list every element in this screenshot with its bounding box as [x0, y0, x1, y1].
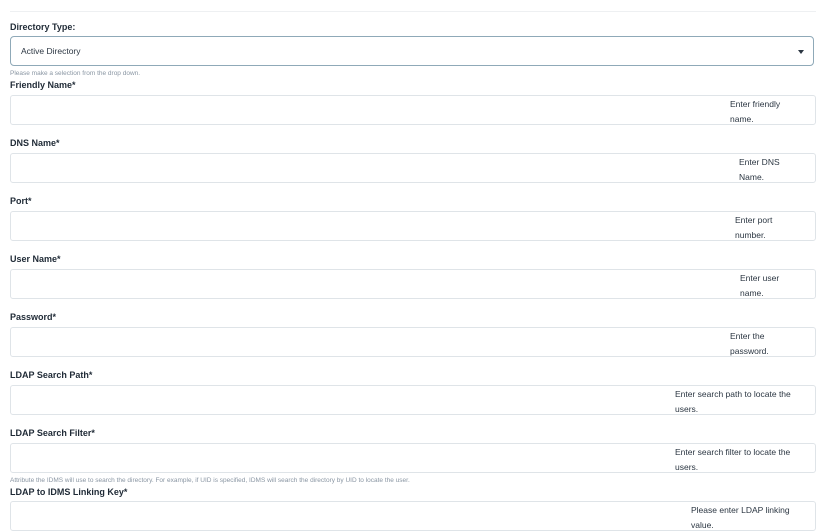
- ldap-search-path-placeholder: Enter search path to locate the users.: [675, 389, 791, 414]
- friendly-name-placeholder: Enter friendly name.: [730, 99, 781, 124]
- dns-name-input[interactable]: Enter DNS Name.: [10, 153, 816, 183]
- ldap-linking-key-placeholder: Please enter LDAP linking value.: [691, 505, 790, 530]
- divider: [10, 11, 816, 12]
- dns-name-placeholder: Enter DNS Name.: [739, 157, 780, 182]
- dns-name-label: DNS Name*: [10, 138, 60, 148]
- directory-type-label: Directory Type:: [10, 22, 76, 32]
- ldap-search-filter-label: LDAP Search Filter*: [10, 428, 95, 438]
- friendly-name-input[interactable]: Enter friendly name.: [10, 95, 816, 125]
- password-input[interactable]: Enter the password.: [10, 327, 816, 357]
- directory-type-helper: Please make a selection from the drop do…: [10, 70, 141, 77]
- friendly-name-label: Friendly Name*: [10, 80, 76, 90]
- password-placeholder: Enter the password.: [730, 331, 769, 356]
- user-name-input[interactable]: Enter user name.: [10, 269, 816, 299]
- ldap-search-path-input[interactable]: Enter search path to locate the users.: [10, 385, 816, 415]
- ldap-linking-key-input[interactable]: Please enter LDAP linking value.: [10, 501, 816, 531]
- ldap-search-filter-placeholder: Enter search filter to locate the users.: [675, 447, 791, 472]
- chevron-down-icon[interactable]: [798, 50, 804, 54]
- ldap-search-path-label: LDAP Search Path*: [10, 370, 93, 380]
- user-name-label: User Name*: [10, 254, 61, 264]
- ldap-search-filter-input[interactable]: Enter search filter to locate the users.: [10, 443, 816, 473]
- directory-type-select[interactable]: Active Directory: [10, 36, 814, 66]
- user-name-placeholder: Enter user name.: [740, 273, 780, 298]
- directory-form: Directory Type: Active Directory Please …: [0, 0, 829, 531]
- ldap-linking-key-label: LDAP to IDMS Linking Key*: [10, 487, 128, 497]
- port-input[interactable]: Enter port number.: [10, 211, 816, 241]
- port-label: Port*: [10, 196, 32, 206]
- directory-type-selected-value: Active Directory: [21, 46, 81, 56]
- password-label: Password*: [10, 312, 57, 322]
- ldap-search-filter-helper: Attribute the IDMS will use to search th…: [10, 477, 410, 484]
- port-placeholder: Enter port number.: [735, 215, 773, 240]
